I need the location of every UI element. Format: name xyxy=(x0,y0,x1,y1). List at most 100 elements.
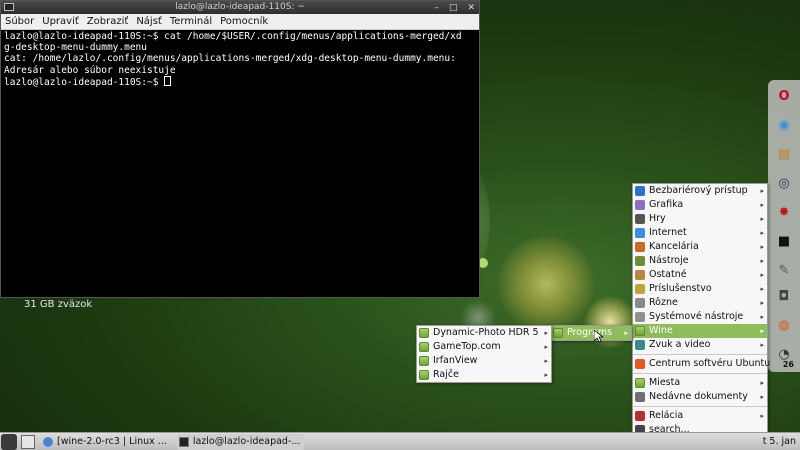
system-tools-icon xyxy=(635,312,645,322)
menu-item[interactable]: Zvuk a video ▸ xyxy=(633,338,767,352)
folder-icon xyxy=(419,356,429,366)
submenu-arrow-icon: ▸ xyxy=(544,371,548,379)
submenu-arrow-icon: ▸ xyxy=(760,379,764,387)
menu-item[interactable]: Hry ▸ xyxy=(633,212,767,226)
folder-icon xyxy=(419,328,429,338)
submenu-arrow-icon: ▸ xyxy=(760,341,764,349)
submenu-arrow-icon: ▸ xyxy=(760,313,764,321)
menu-item-label: Internet xyxy=(649,227,687,238)
graphics-icon xyxy=(635,200,645,210)
software-center-icon xyxy=(635,359,645,369)
menu-item[interactable]: IrfanView ▸ xyxy=(417,354,551,368)
camera-lens-icon[interactable]: ◎ xyxy=(772,171,796,195)
terminal-window[interactable]: lazlo@lazlo-ideapad-110S: ~ – □ ✕ Súbor … xyxy=(0,0,480,298)
desktop-disk-label[interactable]: 31 GB zväzok xyxy=(24,299,92,310)
menu-item[interactable]: Dynamic-Photo HDR 5 ▸ xyxy=(417,326,551,340)
menu-item-label: Miesta xyxy=(649,377,681,388)
minimize-button[interactable]: – xyxy=(434,2,439,15)
menu-item[interactable]: Relácia ▸ xyxy=(633,409,767,423)
dock-glyph: O xyxy=(778,88,790,104)
close-button[interactable]: ✕ xyxy=(467,2,475,15)
text-editor-icon[interactable]: ✎ xyxy=(772,258,796,282)
menu-item[interactable]: Bezbariérový prístup ▸ xyxy=(633,184,767,198)
photos-icon[interactable]: ▤ xyxy=(772,142,796,166)
wine-folder-icon xyxy=(635,326,645,336)
video-camera-icon[interactable]: ■ xyxy=(772,229,796,253)
menu-edit[interactable]: Upraviť xyxy=(42,16,79,27)
taskbar-task-browser[interactable]: [wine-2.0-rc3 | Linux ... xyxy=(41,434,171,450)
menu-item-label: Programs xyxy=(567,327,613,338)
dock-glyph: ✸ xyxy=(778,204,790,220)
mouse-pointer-icon xyxy=(594,330,603,343)
sound-video-icon xyxy=(635,340,645,350)
menu-item-label: Wine xyxy=(649,325,673,336)
office-icon xyxy=(635,242,645,252)
menu-item[interactable]: Programs ▸ xyxy=(551,326,631,340)
terminal-line: g-desktop-menu-dummy.menu xyxy=(4,42,147,54)
menu-item[interactable]: Kancelária ▸ xyxy=(633,240,767,254)
chromium-icon[interactable]: ◉ xyxy=(772,113,796,137)
submenu-arrow-icon: ▸ xyxy=(760,201,764,209)
menu-item[interactable]: Centrum softvéru Ubuntu xyxy=(633,357,770,371)
taskbar-task-label: [wine-2.0-rc3 | Linux ... xyxy=(57,435,167,447)
dock-glyph: ✎ xyxy=(778,262,790,278)
terminal-prompt: lazlo@lazlo-ideapad-110S:~$ xyxy=(4,76,165,88)
menu-item[interactable]: Grafika ▸ xyxy=(633,198,767,212)
maximize-button[interactable]: □ xyxy=(449,2,458,15)
dock-glyph: ◎ xyxy=(778,175,790,191)
submenu-arrow-icon: ▸ xyxy=(760,412,764,420)
wine-submenu: Programs ▸ xyxy=(550,325,632,341)
opera-icon[interactable]: O xyxy=(772,84,796,108)
menu-item[interactable]: Nedávne dokumenty ▸ xyxy=(633,390,767,404)
terminal-line: Adresár alebo súbor neexistuje xyxy=(4,64,176,76)
terminal-cursor xyxy=(164,75,172,86)
submenu-arrow-icon: ▸ xyxy=(544,329,548,337)
dock-glyph: ◍ xyxy=(778,317,790,333)
terminal-titlebar[interactable]: lazlo@lazlo-ideapad-110S: ~ – □ ✕ xyxy=(1,1,479,14)
submenu-arrow-icon: ▸ xyxy=(760,271,764,279)
paint-splash-icon[interactable]: ✸ xyxy=(772,200,796,224)
menu-view[interactable]: Zobraziť xyxy=(87,16,129,27)
start-menu-button[interactable] xyxy=(1,433,17,450)
dock-glyph: ◘ xyxy=(778,288,790,304)
menu-terminal[interactable]: Terminál xyxy=(170,16,212,27)
taskbar-clock[interactable]: t 5. jan xyxy=(763,433,796,450)
menu-item[interactable]: Systémové nástroje ▸ xyxy=(633,310,767,324)
menu-item-label: Grafika xyxy=(649,199,684,210)
menu-item[interactable]: Rôzne ▸ xyxy=(633,296,767,310)
menu-item-label: Bezbariérový prístup xyxy=(649,185,748,196)
submenu-arrow-icon: ▸ xyxy=(760,285,764,293)
menu-help[interactable]: Pomocník xyxy=(220,16,268,27)
menu-item[interactable]: Rajče ▸ xyxy=(417,368,551,382)
taskbar-task-label: lazlo@lazlo-ideapad-... xyxy=(192,435,301,447)
internet-icon xyxy=(635,228,645,238)
menu-search[interactable]: Nájsť xyxy=(136,16,162,27)
menu-item-label: Ostatné xyxy=(649,269,687,280)
menu-item[interactable]: Nástroje ▸ xyxy=(633,254,767,268)
menu-item[interactable]: Wine ▸ xyxy=(633,324,767,338)
menu-separator xyxy=(633,354,767,355)
menu-item-label: Príslušenstvo xyxy=(649,283,712,294)
recent-documents-icon xyxy=(635,392,645,402)
ubuntu-icon[interactable]: ◍ xyxy=(772,313,796,337)
desktop-bokeh xyxy=(498,236,594,332)
browser-icon xyxy=(43,436,53,447)
menu-item[interactable]: Príslušenstvo ▸ xyxy=(633,282,767,296)
menu-item[interactable]: Miesta ▸ xyxy=(633,376,767,390)
menu-file[interactable]: Súbor xyxy=(5,16,34,27)
terminal-output[interactable]: lazlo@lazlo-ideapad-110S:~$ cat /home/$U… xyxy=(1,30,479,89)
menu-item[interactable]: Ostatné ▸ xyxy=(633,268,767,282)
system-monitor-icon[interactable]: ◔ 26 xyxy=(772,342,796,370)
menu-item[interactable]: GameTop.com ▸ xyxy=(417,340,551,354)
menu-separator xyxy=(633,373,767,374)
menu-item-label: Kancelária xyxy=(649,241,699,252)
other-icon xyxy=(635,270,645,280)
screenshot-icon[interactable]: ◘ xyxy=(772,284,796,308)
menu-item[interactable]: Internet ▸ xyxy=(633,226,767,240)
menu-item-label: Nedávne dokumenty xyxy=(649,391,748,402)
accessories-icon xyxy=(635,284,645,294)
menu-item-label: Systémové nástroje xyxy=(649,311,744,322)
terminal-line: lazlo@lazlo-ideapad-110S:~$ cat /home/$U… xyxy=(4,31,462,42)
show-desktop-button[interactable] xyxy=(21,434,35,449)
taskbar-task-terminal[interactable]: lazlo@lazlo-ideapad-... xyxy=(176,433,305,450)
